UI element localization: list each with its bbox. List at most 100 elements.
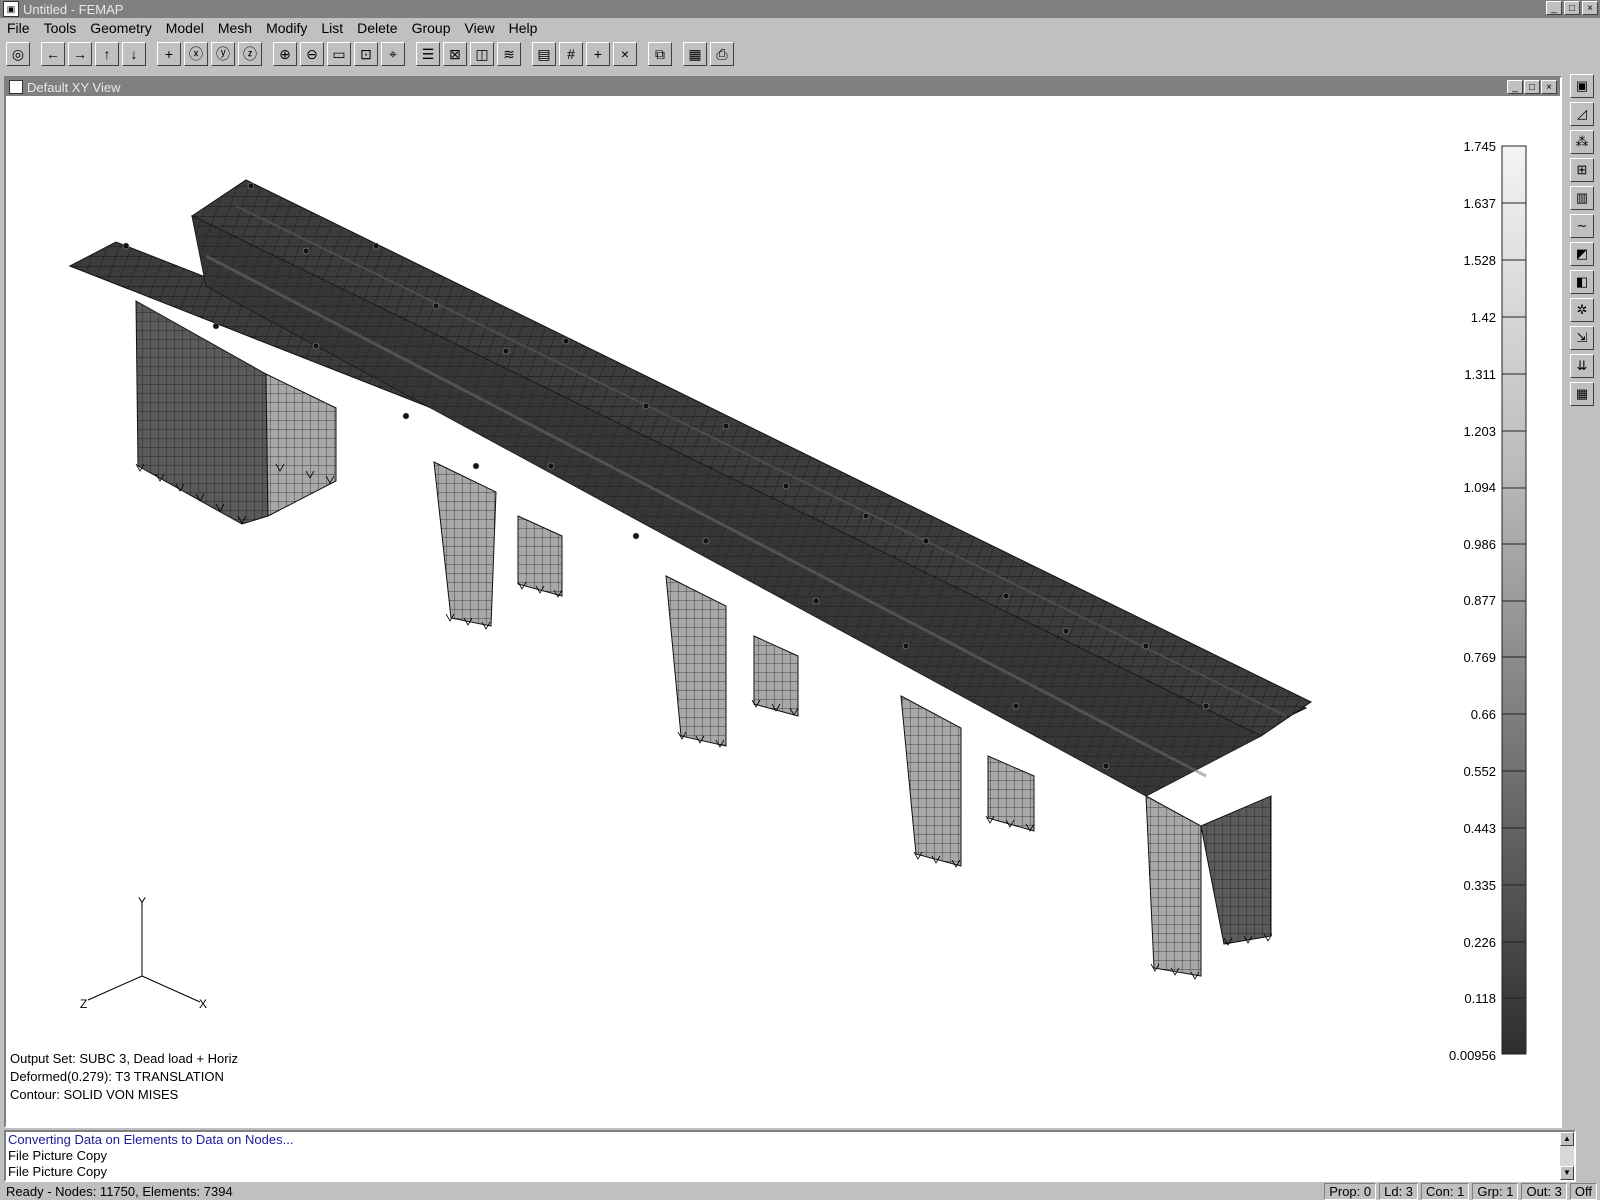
- status-text: Ready - Nodes: 11750, Elements: 7394: [6, 1184, 233, 1199]
- window-controls: _ □ ×: [1546, 1, 1598, 15]
- status-group[interactable]: Grp: 1: [1472, 1183, 1519, 1200]
- right-toolbar: ▣ ◿ ⁂ ⊞ ▥ ∼ ◩ ◧ ✲ ⇲ ⇊ ▦: [1568, 72, 1598, 1132]
- center-icon[interactable]: ⌖: [381, 42, 405, 66]
- menu-model[interactable]: Model: [159, 20, 211, 36]
- menu-delete[interactable]: Delete: [350, 20, 404, 36]
- menu-group[interactable]: Group: [405, 20, 458, 36]
- menu-modify[interactable]: Modify: [259, 20, 314, 36]
- zoom-box-icon[interactable]: ▭: [327, 42, 351, 66]
- block-tool-icon[interactable]: ▥: [1570, 186, 1594, 210]
- scroll-up-icon[interactable]: ▲: [1560, 1132, 1574, 1146]
- legend-label: 1.745: [1463, 139, 1496, 154]
- cube-icon[interactable]: ◫: [470, 42, 494, 66]
- status-off[interactable]: Off: [1569, 1183, 1597, 1200]
- menu-geometry[interactable]: Geometry: [83, 20, 158, 36]
- group-tool-icon[interactable]: ▦: [1570, 382, 1594, 406]
- legend-label: 0.986: [1463, 537, 1496, 552]
- legend-label: 0.769: [1463, 650, 1496, 665]
- legend-label: 1.094: [1463, 480, 1496, 495]
- menu-help[interactable]: Help: [502, 20, 545, 36]
- view-title: Default XY View: [27, 79, 121, 95]
- cross-icon[interactable]: +: [586, 42, 610, 66]
- curve-tool-icon[interactable]: ∼: [1570, 214, 1594, 238]
- app-title: Untitled - FEMAP: [23, 1, 124, 17]
- bridge-model-render: Y Z X: [68, 145, 1527, 1055]
- messages-scrollbar[interactable]: ▲ ▼: [1560, 1132, 1574, 1180]
- view-icon[interactable]: ◎: [6, 42, 30, 66]
- constraint-tool-icon[interactable]: ✲: [1570, 298, 1594, 322]
- view-close-button[interactable]: ×: [1541, 80, 1557, 94]
- zoom-in-icon[interactable]: ⊕: [273, 42, 297, 66]
- view-window-icon[interactable]: [9, 80, 23, 94]
- legend-label: 0.226: [1463, 935, 1496, 950]
- arrow-up-icon[interactable]: ↑: [95, 42, 119, 66]
- menu-list[interactable]: List: [314, 20, 350, 36]
- minimize-button[interactable]: _: [1546, 1, 1562, 15]
- contour-text: Contour: SOLID VON MISES: [10, 1087, 179, 1102]
- status-output[interactable]: Out: 3: [1521, 1183, 1567, 1200]
- arrow-left-icon[interactable]: ←: [41, 42, 65, 66]
- legend-label: 0.00956: [1449, 1048, 1496, 1063]
- app-titlebar: ▣ Untitled - FEMAP _ □ ×: [0, 0, 1600, 18]
- status-load[interactable]: Ld: 3: [1379, 1183, 1419, 1200]
- model-viewport[interactable]: Y Z X 1.745 1.637 1.528 1.42 1.311 1.203…: [6, 96, 1560, 1126]
- copy-window-icon[interactable]: ⧉: [648, 42, 672, 66]
- femap-app-icon[interactable]: ▣: [3, 1, 19, 17]
- view-minimize-button[interactable]: _: [1507, 80, 1523, 94]
- axis-z-label: Z: [80, 997, 87, 1011]
- axis-x-label: X: [199, 997, 207, 1011]
- autoscale-icon[interactable]: ⊡: [354, 42, 378, 66]
- scroll-down-icon[interactable]: ▼: [1560, 1166, 1574, 1180]
- status-prop[interactable]: Prop: 0: [1324, 1183, 1377, 1200]
- legend-label: 0.552: [1463, 764, 1496, 779]
- legend-label: 0.877: [1463, 593, 1496, 608]
- legend-label: 1.637: [1463, 196, 1496, 211]
- list-icon[interactable]: ☰: [416, 42, 440, 66]
- view-titlebar: Default XY View _ □ ×: [6, 78, 1560, 96]
- layers-icon[interactable]: ≋: [497, 42, 521, 66]
- arrow-right-icon[interactable]: →: [68, 42, 92, 66]
- main-toolbar: ◎ ← → ↑ ↓ + ⓧ ⓨ ⓩ ⊕ ⊖ ▭ ⊡ ⌖ ☰ ⊠ ◫ ≋ ▤ # …: [0, 38, 1600, 70]
- deformed-text: Deformed(0.279): T3 TRANSLATION: [10, 1069, 224, 1084]
- menu-tools[interactable]: Tools: [37, 20, 84, 36]
- legend-label: 1.311: [1464, 367, 1496, 382]
- contour-legend-bar: [1501, 145, 1527, 1055]
- menu-mesh[interactable]: Mesh: [211, 20, 259, 36]
- menu-view[interactable]: View: [458, 20, 502, 36]
- arrow-down-icon[interactable]: ↓: [122, 42, 146, 66]
- maximize-button[interactable]: □: [1564, 1, 1580, 15]
- print-icon[interactable]: ⎙: [710, 42, 734, 66]
- save-icon[interactable]: ▣: [1570, 74, 1594, 98]
- grid-icon[interactable]: #: [559, 42, 583, 66]
- axis-y-label: Y: [138, 895, 146, 909]
- status-constraint[interactable]: Con: 1: [1421, 1183, 1470, 1200]
- output-set-text: Output Set: SUBC 3, Dead load + Horiz: [10, 1051, 238, 1066]
- node-tool-icon[interactable]: ⁂: [1570, 130, 1594, 154]
- zoom-out-icon[interactable]: ⊖: [300, 42, 324, 66]
- status-bar: Ready - Nodes: 11750, Elements: 7394 Pro…: [0, 1183, 1600, 1200]
- mesh-tool-icon[interactable]: ◿: [1570, 102, 1594, 126]
- legend-label: 0.118: [1464, 991, 1496, 1006]
- surface-tool-icon[interactable]: ◩: [1570, 242, 1594, 266]
- menu-file[interactable]: File: [0, 20, 37, 36]
- messages-pane[interactable]: Converting Data on Elements to Data on N…: [4, 1130, 1576, 1182]
- legend-label: 0.335: [1463, 878, 1496, 893]
- window-icon[interactable]: ▤: [532, 42, 556, 66]
- plus-icon[interactable]: +: [157, 42, 181, 66]
- rotate-y-icon[interactable]: ⓨ: [211, 42, 235, 66]
- legend-label: 1.42: [1470, 310, 1496, 325]
- legend-label: 1.203: [1463, 424, 1496, 439]
- rotate-x-icon[interactable]: ⓧ: [184, 42, 208, 66]
- solid-tool-icon[interactable]: ◧: [1570, 270, 1594, 294]
- element-tool-icon[interactable]: ⊞: [1570, 158, 1594, 182]
- x-icon[interactable]: ×: [613, 42, 637, 66]
- close-button[interactable]: ×: [1582, 1, 1598, 15]
- message-line: Converting Data on Elements to Data on N…: [8, 1132, 294, 1147]
- rotate-z-icon[interactable]: ⓩ: [238, 42, 262, 66]
- box-icon[interactable]: ⊠: [443, 42, 467, 66]
- clipboard-icon[interactable]: ▦: [683, 42, 707, 66]
- graphics-window: Default XY View _ □ × Y Z X 1.745 1.637 …: [4, 76, 1562, 1128]
- load-set-icon[interactable]: ⇊: [1570, 354, 1594, 378]
- view-maximize-button[interactable]: □: [1524, 80, 1540, 94]
- load-tool-icon[interactable]: ⇲: [1570, 326, 1594, 350]
